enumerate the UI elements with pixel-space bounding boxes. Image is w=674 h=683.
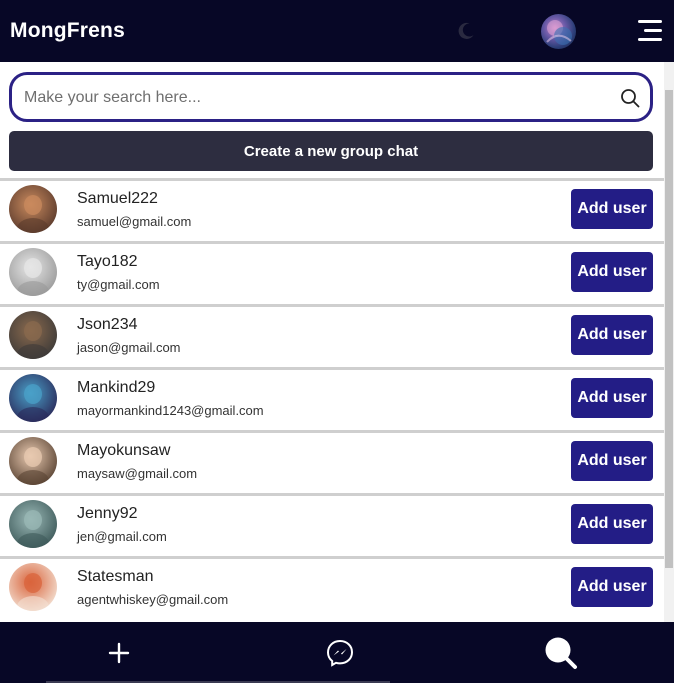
add-user-button[interactable]: Add user xyxy=(571,315,653,355)
user-email: agentwhiskey@gmail.com xyxy=(77,592,229,607)
user-name: Json234 xyxy=(77,316,138,333)
user-avatar xyxy=(9,185,57,233)
user-avatar xyxy=(9,248,57,296)
app-window: MongFrens Create a new group chat xyxy=(0,0,674,683)
user-avatar xyxy=(9,311,57,359)
user-avatar xyxy=(9,374,57,422)
user-email: jen@gmail.com xyxy=(77,529,167,544)
user-email: mayormankind1243@gmail.com xyxy=(77,403,264,418)
moon-icon[interactable] xyxy=(456,21,476,41)
add-user-button[interactable]: Add user xyxy=(571,504,653,544)
user-email: maysaw@gmail.com xyxy=(77,466,198,481)
user-name: Tayo182 xyxy=(77,253,138,270)
search-input[interactable] xyxy=(22,75,606,121)
user-row[interactable]: Tayo182 ty@gmail.com Add user xyxy=(0,241,664,304)
add-user-button[interactable]: Add user xyxy=(571,252,653,292)
add-user-button[interactable]: Add user xyxy=(571,189,653,229)
user-email: ty@gmail.com xyxy=(77,277,160,292)
search-icon[interactable] xyxy=(620,88,640,108)
search-icon[interactable] xyxy=(543,635,579,671)
bottom-nav xyxy=(0,622,674,683)
user-avatar xyxy=(9,437,57,485)
user-row[interactable]: Jenny92 jen@gmail.com Add user xyxy=(0,493,664,556)
add-user-button[interactable]: Add user xyxy=(571,441,653,481)
user-name: Mankind29 xyxy=(77,379,156,396)
user-row[interactable]: Mankind29 mayormankind1243@gmail.com Add u… xyxy=(0,367,664,430)
main-content: Create a new group chat Samuel222 samuel@… xyxy=(0,62,664,622)
user-avatar xyxy=(9,500,57,548)
user-name: Mayokunsaw xyxy=(77,442,171,459)
top-header: MongFrens xyxy=(0,0,674,62)
app-brand[interactable]: MongFrens xyxy=(10,19,125,43)
user-avatar xyxy=(9,563,57,611)
scrollbar-thumb[interactable] xyxy=(665,90,673,568)
user-name: Statesman xyxy=(77,568,154,585)
add-user-button[interactable]: Add user xyxy=(571,567,653,607)
user-email: jason@gmail.com xyxy=(77,340,181,355)
user-email: samuel@gmail.com xyxy=(77,214,192,229)
search-bar xyxy=(9,72,653,122)
add-user-button[interactable]: Add user xyxy=(571,378,653,418)
user-row[interactable]: Statesman agentwhiskey@gmail.com Add user xyxy=(0,556,664,619)
create-group-chat-button[interactable]: Create a new group chat xyxy=(9,131,653,171)
user-row[interactable]: Samuel222 samuel@gmail.com Add user xyxy=(0,178,664,241)
user-name: Samuel222 xyxy=(77,190,158,207)
messenger-icon[interactable] xyxy=(325,638,355,668)
user-row[interactable]: Mayokunsaw maysaw@gmail.com Add user xyxy=(0,430,664,493)
user-name: Jenny92 xyxy=(77,505,138,522)
user-row[interactable]: Json234 jason@gmail.com Add user xyxy=(0,304,664,367)
hamburger-menu-icon[interactable] xyxy=(636,19,662,43)
user-list: Samuel222 samuel@gmail.com Add user Tayo182… xyxy=(0,178,664,619)
profile-avatar[interactable] xyxy=(541,14,576,49)
plus-icon[interactable] xyxy=(104,638,134,668)
